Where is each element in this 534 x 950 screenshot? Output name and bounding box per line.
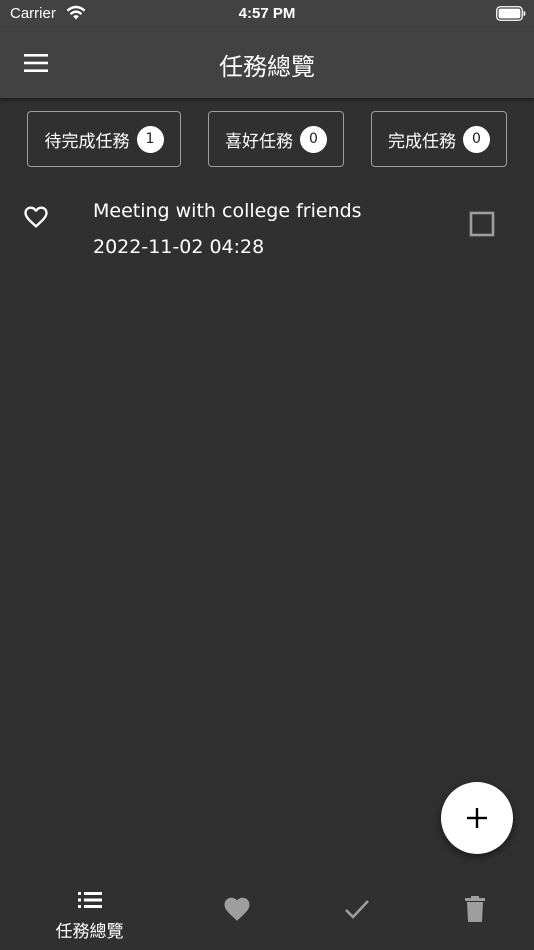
task-list-item[interactable]: Meeting with college friends 2022-11-02 …	[0, 188, 534, 278]
count-badge: 0	[463, 125, 490, 153]
heart-icon	[224, 897, 249, 921]
status-time: 4:57 PM	[238, 5, 296, 22]
filter-favorite-tasks[interactable]: 喜好任務 0	[208, 111, 344, 167]
plus-icon	[467, 808, 487, 828]
nav-item-trash[interactable]	[408, 870, 534, 950]
nav-item-overview[interactable]: 任務總覽	[23, 870, 156, 950]
nav-item-completed[interactable]	[290, 870, 423, 950]
page-title: 任務總覽	[219, 53, 315, 81]
nav-item-favorites[interactable]	[170, 870, 303, 950]
add-task-button[interactable]	[441, 782, 513, 854]
filter-label: 喜好任務	[225, 131, 293, 152]
hamburger-menu-icon	[24, 54, 48, 72]
count-badge: 0	[300, 125, 327, 153]
nav-label-overview: 任務總覽	[55, 922, 124, 942]
count-badge: 1	[136, 125, 164, 153]
filter-completed-tasks[interactable]: 完成任務 0	[371, 111, 507, 167]
list-icon	[77, 892, 102, 908]
filter-label: 待完成任務	[44, 131, 130, 152]
status-bar: Carrier 4:57 PM	[0, 0, 534, 28]
task-title: Meeting with college friends	[93, 200, 362, 222]
app-bar: 任務總覽	[0, 28, 534, 98]
filter-bar: 待完成任務 1 喜好任務 0 完成任務 0	[0, 111, 534, 169]
filter-label: 完成任務	[388, 131, 456, 152]
heart-outline-icon[interactable]	[22, 203, 50, 231]
task-datetime: 2022-11-02 04:28	[93, 236, 265, 258]
trash-icon	[464, 896, 485, 922]
battery-icon	[496, 6, 526, 21]
checkbox-unchecked-icon[interactable]	[469, 211, 495, 237]
menu-button[interactable]	[18, 49, 54, 77]
filter-pending-tasks[interactable]: 待完成任務 1	[27, 111, 181, 167]
check-icon	[344, 900, 369, 919]
bottom-navigation: 任務總覽	[0, 870, 534, 950]
